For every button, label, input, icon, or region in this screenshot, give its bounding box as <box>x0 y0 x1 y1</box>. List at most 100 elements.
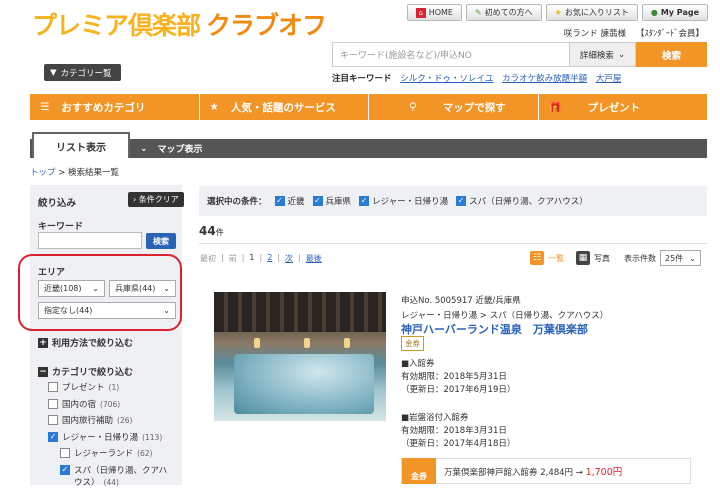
chevron-down-icon: ⌄ <box>92 284 99 293</box>
search-input[interactable]: キーワード(施設名など)/申込NO <box>332 42 570 67</box>
city-select[interactable]: 指定なし(44) ⌄ <box>38 302 176 319</box>
chevron-down-icon: ⌄ <box>617 49 626 60</box>
item-category: レジャー・日帰り湯 > スパ（日帰り湯、クアハウス） <box>401 311 609 321</box>
chevron-down-icon: ⌄ <box>689 253 696 263</box>
category-checkbox[interactable]: レジャーランド (62) <box>60 447 152 459</box>
ticket1-name: ■入館券 <box>401 359 435 369</box>
pager-next[interactable]: 次 <box>285 253 293 264</box>
prefecture-select[interactable]: 兵庫県(44) ⌄ <box>109 280 176 297</box>
pin-icon: ⚲ <box>409 101 417 113</box>
ticket1-expiry: 有効期限：2018年5月31日 <box>401 372 507 382</box>
category-checkbox[interactable]: 国内旅行補助 (26) <box>48 414 132 426</box>
selected-conditions: 選択中の条件： ✓ 近畿 ✓ 兵庫県 ✓ レジャー・日帰り湯 ✓ スパ（日帰り湯、クアハ… <box>199 186 707 216</box>
area-heading: エリア <box>38 268 66 278</box>
mypage-button[interactable]: ● My Page <box>641 4 708 21</box>
keyword-input[interactable] <box>38 232 142 249</box>
category-checkbox[interactable]: ✓ スパ（日帰り湯、クアハ <box>60 464 167 476</box>
condition-chip[interactable]: ✓ スパ（日帰り湯、クアハウス） <box>456 195 588 207</box>
check-icon: ✓ <box>48 432 58 442</box>
category-checkbox[interactable]: プレゼント (1) <box>48 381 119 393</box>
ticket-description: 万葉倶楽部神戸館入館券 2,484円 → <box>444 468 583 478</box>
pager-current: 1 <box>249 253 255 262</box>
nav-recommended-category[interactable]: ☰ おすすめカテゴリ <box>30 94 200 120</box>
keyword-link[interactable]: 大戸屋 <box>596 74 622 84</box>
nav-present[interactable]: 🎁 プレゼント <box>539 94 708 120</box>
ticket-price: 1,700円 <box>585 467 623 478</box>
top-nav: ⌂ HOME ✎ 初めての方へ ★ お気に入りリスト ● My Page <box>406 4 708 21</box>
pager-page-2[interactable]: 2 <box>267 253 272 264</box>
voucher-tag: 金券 <box>402 458 436 484</box>
ticket2-name: ■岩盤浴付入館券 <box>401 413 469 423</box>
tab-map-view[interactable]: ⌄ マップ表示 <box>140 139 203 158</box>
keyword-heading: キーワード <box>38 222 84 232</box>
condition-chip[interactable]: ✓ レジャー・日帰り湯 <box>359 195 448 207</box>
check-icon: ✓ <box>456 196 467 206</box>
conditions-label: 選択中の条件： <box>207 197 267 207</box>
keyword-search-button[interactable]: 検索 <box>146 233 176 249</box>
facility-photo[interactable] <box>214 292 386 421</box>
pager-last[interactable]: 最後 <box>306 253 322 264</box>
star-icon: ★ <box>209 101 219 113</box>
check-icon: ✓ <box>312 196 323 206</box>
keywords-label: 注目キーワード <box>332 74 392 84</box>
region-select[interactable]: 近畿(108) ⌄ <box>38 280 105 297</box>
category-checkbox[interactable]: 国内の宿 (706) <box>48 398 120 410</box>
nav-map-search[interactable]: ⚲ マップで探す <box>369 94 539 120</box>
chevron-down-icon: ⌄ <box>140 143 148 154</box>
nav-popular-services[interactable]: ★ 人気・話題のサービス <box>200 94 369 120</box>
ticket2-updated: （更新日：2017年4月18日） <box>401 439 516 449</box>
breadcrumb-top[interactable]: トップ <box>30 168 56 178</box>
ticket-offer[interactable]: 金券 万葉倶楽部神戸館入館券 2,484円 → 1,700円 <box>401 458 691 484</box>
keyword-link[interactable]: カラオケ飲み放題半額 <box>502 74 587 84</box>
narrow-heading: 絞り込み <box>38 198 77 209</box>
search-bar: キーワード(施設名など)/申込NO 詳細検索 ⌄ 検索 <box>332 42 707 67</box>
site-logo[interactable]: プレミア倶楽部 クラブオフ <box>32 6 327 42</box>
home-button[interactable]: ⌂ HOME <box>406 4 462 21</box>
breadcrumb: トップ > 検索結果一覧 <box>30 168 120 178</box>
plus-icon: + <box>38 337 48 348</box>
view-tab-bar <box>30 139 707 158</box>
pager-first: 最初 <box>200 254 216 263</box>
search-button[interactable]: 検索 <box>636 42 707 67</box>
member-level: 【ｽﾀﾝﾀﾞｰﾄﾞ会員】 <box>635 29 704 39</box>
logo-part1: プレミア倶楽部 <box>32 11 201 40</box>
photo-view-icon[interactable]: ▦ <box>576 251 590 265</box>
ticket1-updated: （更新日：2017年6月19日） <box>401 385 516 395</box>
check-icon: ✓ <box>359 196 370 206</box>
user-info: 咲ランド 諌翡様 【ｽﾀﾝﾀﾞｰﾄﾞ会員】 <box>564 27 704 39</box>
category-list-button[interactable]: ▼ カテゴリー覧 <box>44 64 121 81</box>
favorites-button[interactable]: ★ お気に入りリスト <box>545 4 638 21</box>
category-label-cont: ウス） (44) <box>74 477 119 488</box>
category-filter-toggle[interactable]: − カテゴリで絞り込む <box>38 365 133 378</box>
menu-icon: ☰ <box>40 101 50 113</box>
clear-conditions-button[interactable]: › 条件クリア <box>128 192 184 207</box>
user-name: 咲ランド 諌翡様 <box>563 29 626 39</box>
triangle-down-icon: ▼ <box>50 67 57 78</box>
voucher-badge: 金券 <box>401 336 424 351</box>
pager-prev: 前 <box>228 254 237 263</box>
breadcrumb-current: 検索結果一覧 <box>68 168 120 178</box>
result-count: 44件 <box>199 224 224 238</box>
main-nav: ☰ おすすめカテゴリ ★ 人気・話題のサービス ⚲ マップで探す 🎁 プレゼント <box>30 94 707 120</box>
list-view-icon[interactable]: ☷ <box>530 251 544 265</box>
detail-search-select[interactable]: 詳細検索 ⌄ <box>570 42 636 67</box>
chevron-down-icon: ⌄ <box>163 284 170 293</box>
featured-keywords: 注目キーワード シルク・ドゥ・ソレイユ カラオケ飲み放題半額 大戸屋 <box>332 72 621 84</box>
per-page-label: 表示件数 <box>624 253 656 263</box>
home-icon: ⌂ <box>415 7 426 18</box>
item-title-link[interactable]: 神戸ハーバーランド温泉 万葉倶楽部 <box>401 321 588 337</box>
pagination: 最初 | 前 | 1 | 2 | 次 | 最後 <box>200 253 322 264</box>
tab-list-view[interactable]: リスト表示 <box>32 132 130 158</box>
category-checkbox[interactable]: ✓ レジャー・日帰り湯 (113) <box>48 431 162 443</box>
pencil-icon: ✎ <box>474 8 482 17</box>
view-controls: ☷ 一覧 ▦ 写真 表示件数 25件 ⌄ <box>530 250 701 266</box>
check-icon: ✓ <box>60 465 70 475</box>
usage-filter-toggle[interactable]: + 利用方法で絞り込む <box>38 336 133 349</box>
ticket2-expiry: 有効期限：2018年3月31日 <box>401 426 507 436</box>
chevron-down-icon: ⌄ <box>163 306 170 315</box>
condition-chip[interactable]: ✓ 近畿 <box>274 195 305 207</box>
beginner-button[interactable]: ✎ 初めての方へ <box>465 4 542 21</box>
keyword-link[interactable]: シルク・ドゥ・ソレイユ <box>400 74 493 84</box>
condition-chip[interactable]: ✓ 兵庫県 <box>312 195 351 207</box>
per-page-select[interactable]: 25件 ⌄ <box>660 250 701 266</box>
